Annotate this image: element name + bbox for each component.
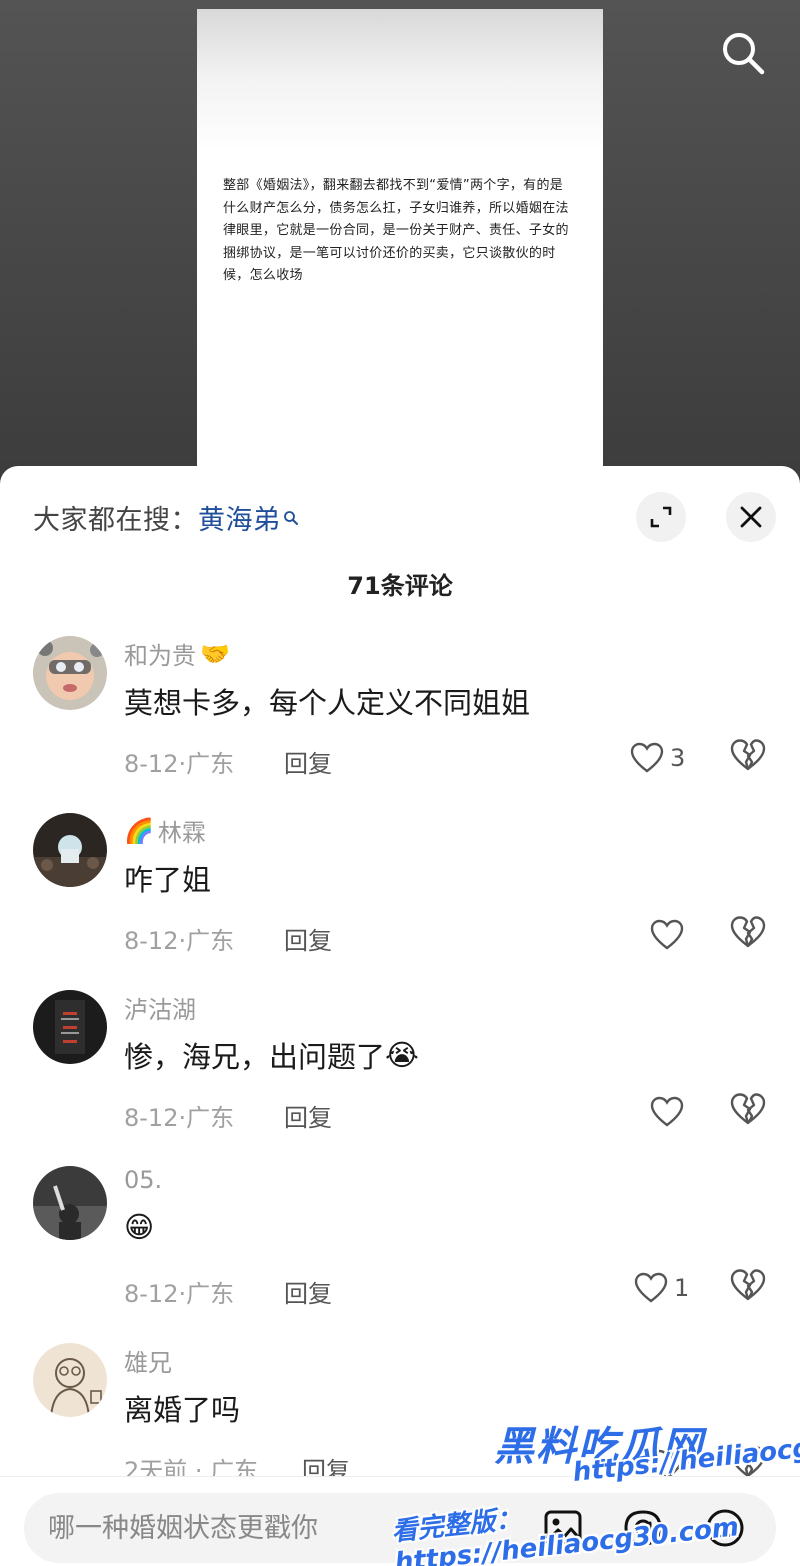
comment-text: 惨，海兄，出问题了 😭 (124, 1038, 419, 1074)
avatar[interactable] (33, 636, 107, 710)
comment-item: 泸沽湖 惨，海兄，出问题了 😭 8-12·广东 回复 (0, 990, 800, 1160)
search-icon (723, 33, 765, 75)
avatar[interactable] (33, 1166, 107, 1240)
expand-button[interactable] (636, 492, 686, 542)
close-button[interactable] (726, 492, 776, 542)
heart-icon (634, 1272, 668, 1303)
comment-meta: 8-12·广东 (124, 1104, 235, 1132)
video-area[interactable]: 整部《婚姻法》，翻来翻去都找不到“爱情”两个字，有的是什么财产怎么分，债务怎么扛… (0, 0, 800, 490)
heart-icon (650, 1096, 684, 1127)
dislike-button[interactable] (730, 1092, 770, 1132)
dislike-button[interactable] (730, 738, 770, 778)
grin-emoji: 😁 (124, 1210, 155, 1244)
comment-item: 05. 😁 8-12·广东 回复 1 (0, 1166, 800, 1336)
comment-text: 莫想卡多，每个人定义不同姐姐 (124, 686, 531, 720)
comment-meta: 8-12·广东 (124, 927, 235, 955)
document-page: 整部《婚姻法》，翻来翻去都找不到“爱情”两个字，有的是什么财产怎么分，债务怎么扛… (197, 9, 603, 479)
reply-button[interactable]: 回复 (284, 744, 332, 779)
reply-button[interactable]: 回复 (284, 1274, 332, 1309)
search-button[interactable] (718, 28, 768, 78)
reply-button[interactable]: 回复 (284, 1098, 332, 1133)
like-button[interactable] (650, 1092, 710, 1132)
comment-text: 离婚了吗 (124, 1393, 241, 1427)
document-text: 整部《婚姻法》，翻来翻去都找不到“爱情”两个字，有的是什么财产怎么分，债务怎么扛… (223, 178, 569, 283)
expand-icon (650, 506, 672, 528)
comment-sheet: 大家都在搜：黄海弟 71条评论 和为贵 🤝 莫想卡多，每个人定义不同姐姐 8-12… (0, 466, 800, 1566)
handshake-emoji: 🤝 (200, 639, 230, 668)
comment-meta: 8-12·广东 (124, 1280, 235, 1308)
like-count: 3 (670, 744, 686, 772)
close-icon (740, 506, 762, 528)
small-search-icon (283, 502, 299, 533)
hot-search-keyword[interactable]: 黄海弟 (198, 505, 281, 536)
username[interactable]: 泸沽湖 (124, 990, 196, 1025)
like-button[interactable]: 1 (634, 1268, 694, 1308)
hot-search[interactable]: 大家都在搜：黄海弟 (33, 498, 299, 537)
username[interactable]: 和为贵 🤝 (124, 636, 230, 671)
reply-button[interactable]: 回复 (284, 921, 332, 956)
username[interactable]: 🌈 林霖 (124, 813, 206, 848)
dislike-button[interactable] (730, 1268, 770, 1308)
hot-search-label: 大家都在搜： (33, 505, 198, 536)
dislike-button[interactable] (730, 915, 770, 955)
avatar[interactable] (33, 1343, 107, 1417)
comment-input[interactable] (48, 1507, 378, 1549)
heart-icon (650, 919, 684, 950)
broken-heart-icon (730, 1093, 766, 1125)
broken-heart-icon (730, 1269, 766, 1301)
broken-heart-icon (730, 739, 766, 771)
like-count: 1 (674, 1274, 690, 1302)
username[interactable]: 雄兄 (124, 1343, 172, 1378)
broken-heart-icon (730, 916, 766, 948)
comment-text: 😁 (124, 1210, 154, 1244)
heart-icon (630, 742, 664, 773)
comment-item: 🌈 林霖 咋了姐 8-12·广东 回复 (0, 813, 800, 983)
crying-emoji: 😭 (385, 1038, 419, 1072)
avatar[interactable] (33, 990, 107, 1064)
avatar[interactable] (33, 813, 107, 887)
comment-item: 和为贵 🤝 莫想卡多，每个人定义不同姐姐 8-12·广东 回复 3 (0, 636, 800, 806)
username[interactable]: 05. (124, 1166, 162, 1194)
comment-text: 咋了姐 (124, 863, 212, 897)
comment-count: 71条评论 (347, 572, 453, 600)
like-button[interactable]: 3 (630, 738, 690, 778)
rainbow-emoji: 🌈 (124, 816, 154, 845)
comment-meta: 8-12·广东 (124, 750, 235, 778)
like-button[interactable] (650, 915, 710, 955)
